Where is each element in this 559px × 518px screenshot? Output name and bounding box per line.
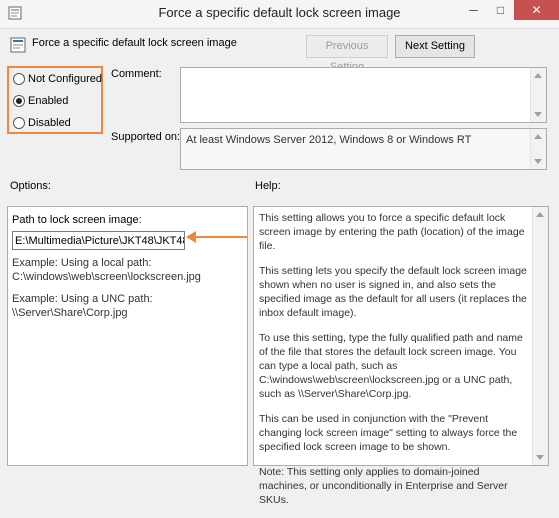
path-label: Path to lock screen image: <box>12 214 142 226</box>
help-paragraph: This setting allows you to force a speci… <box>259 212 525 252</box>
lock-screen-path-input[interactable]: E:\Multimedia\Picture\JKT48\JKT48 - He <box>12 231 185 250</box>
policy-name: Force a specific default lock screen ima… <box>32 37 237 49</box>
radio-enabled-label: Enabled <box>28 95 69 107</box>
help-panel: This setting allows you to force a speci… <box>253 206 549 506</box>
help-scrollbar[interactable] <box>532 207 548 465</box>
supported-scrollbar[interactable] <box>530 129 546 169</box>
help-paragraph: This can be used in conjunction with the… <box>259 413 518 453</box>
scroll-up-icon[interactable] <box>534 73 542 78</box>
radio-disabled[interactable]: Disabled <box>13 114 103 132</box>
previous-setting-button[interactable]: Previous Setting <box>306 35 388 73</box>
close-button[interactable]: ✕ <box>514 0 559 20</box>
help-text: This setting allows you to force a speci… <box>259 211 530 518</box>
local-example-path: C:\windows\web\screen\lockscreen.jpg <box>12 271 201 283</box>
state-radio-group: Not Configured Enabled Disabled <box>7 66 103 134</box>
scroll-down-icon[interactable] <box>534 112 542 117</box>
supported-on-text: At least Windows Server 2012, Windows 8 … <box>186 134 472 146</box>
scroll-up-icon[interactable] <box>536 212 544 217</box>
annotation-arrow-icon <box>186 231 196 243</box>
supported-on-label: Supported on: <box>111 131 181 143</box>
help-title: Help: <box>255 180 281 192</box>
help-paragraph: To use this setting, type the fully qual… <box>259 332 523 400</box>
comment-textarea[interactable] <box>180 67 547 123</box>
radio-not-configured-indicator <box>13 73 25 85</box>
local-path-example: Example: Using a local path: C:\windows\… <box>12 256 201 284</box>
radio-enabled-indicator <box>13 95 25 107</box>
supported-on-box: At least Windows Server 2012, Windows 8 … <box>180 128 547 170</box>
options-title: Options: <box>10 180 51 192</box>
unc-path-example: Example: Using a UNC path: \\Server\Shar… <box>12 292 153 320</box>
unc-example-path: \\Server\Share\Corp.jpg <box>12 307 128 319</box>
radio-not-configured[interactable]: Not Configured <box>13 70 103 88</box>
radio-enabled[interactable]: Enabled <box>13 92 103 110</box>
unc-example-label: Example: Using a UNC path: <box>12 293 153 305</box>
annotation-arrow-line <box>195 236 247 238</box>
maximize-button[interactable]: □ <box>487 0 514 20</box>
minimize-button[interactable]: ─ <box>460 0 487 20</box>
radio-not-configured-label: Not Configured <box>28 73 102 85</box>
scroll-up-icon[interactable] <box>534 134 542 139</box>
comment-label: Comment: <box>111 68 162 80</box>
help-paragraph: Note: This setting only applies to domai… <box>259 466 508 506</box>
next-setting-button[interactable]: Next Setting <box>395 35 475 58</box>
scroll-down-icon[interactable] <box>534 159 542 164</box>
policy-setting-icon <box>10 37 26 53</box>
scroll-down-icon[interactable] <box>536 455 544 460</box>
radio-disabled-indicator <box>13 117 25 129</box>
local-example-label: Example: Using a local path: <box>12 257 152 269</box>
comment-scrollbar[interactable] <box>530 68 546 122</box>
radio-disabled-label: Disabled <box>28 117 71 129</box>
help-paragraph: This setting lets you specify the defaul… <box>259 265 527 319</box>
